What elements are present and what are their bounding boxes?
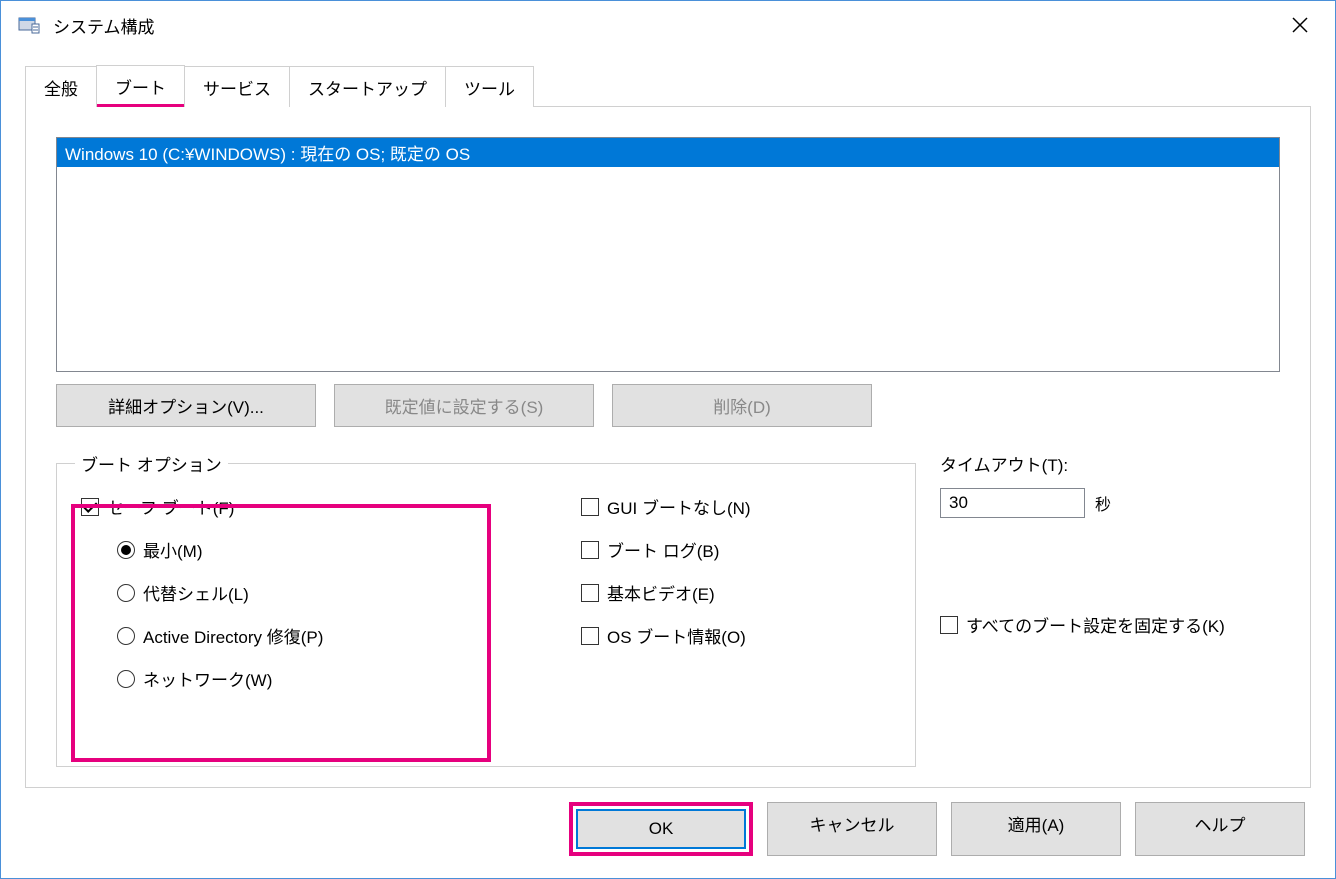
safe-boot-checkbox[interactable]: セーフ ブート(F) — [81, 494, 501, 519]
checkbox-label: セーフ ブート(F) — [107, 494, 234, 519]
radio-alt-shell[interactable]: 代替シェル(L) — [117, 580, 501, 605]
boot-options-group: ブート オプション セーフ ブート(F) 最小(M) — [56, 451, 916, 767]
checkbox-icon — [581, 541, 599, 559]
apply-button[interactable]: 適用(A) — [951, 802, 1121, 856]
tab-highlight — [97, 104, 184, 107]
radio-minimal[interactable]: 最小(M) — [117, 537, 501, 562]
tab-startup[interactable]: スタートアップ — [289, 66, 446, 107]
fix-boot-settings-checkbox[interactable]: すべてのブート設定を固定する(K) — [940, 612, 1225, 637]
dialog-buttons: OK キャンセル 適用(A) ヘルプ — [1, 802, 1335, 878]
checkbox-icon — [581, 498, 599, 516]
boot-log-checkbox[interactable]: ブート ログ(B) — [581, 537, 751, 562]
highlight-ok: OK — [569, 802, 753, 856]
tab-label: スタートアップ — [308, 80, 427, 99]
tab-boot[interactable]: ブート — [96, 65, 185, 107]
set-default-button: 既定値に設定する(S) — [334, 384, 594, 427]
titlebar: システム構成 — [1, 1, 1335, 49]
base-video-checkbox[interactable]: 基本ビデオ(E) — [581, 580, 751, 605]
tab-services[interactable]: サービス — [184, 66, 290, 107]
checkbox-label: OS ブート情報(O) — [607, 623, 746, 648]
checkbox-label: ブート ログ(B) — [607, 537, 719, 562]
radio-label: Active Directory 修復(P) — [143, 623, 323, 648]
lower-row: ブート オプション セーフ ブート(F) 最小(M) — [56, 451, 1280, 767]
window-title: システム構成 — [53, 13, 1275, 38]
cancel-button[interactable]: キャンセル — [767, 802, 937, 856]
radio-label: ネットワーク(W) — [143, 666, 272, 691]
checkbox-icon — [581, 584, 599, 602]
tab-label: ツール — [464, 80, 515, 99]
no-gui-boot-checkbox[interactable]: GUI ブートなし(N) — [581, 494, 751, 519]
checkbox-icon — [940, 616, 958, 634]
checkbox-label: 基本ビデオ(E) — [607, 580, 715, 605]
radio-icon — [117, 541, 135, 559]
timeout-unit: 秒 — [1095, 491, 1111, 515]
timeout-label: タイムアウト(T): — [940, 451, 1225, 476]
os-boot-info-checkbox[interactable]: OS ブート情報(O) — [581, 623, 751, 648]
tab-label: サービス — [203, 80, 271, 99]
checkbox-icon — [581, 627, 599, 645]
app-icon — [17, 13, 41, 37]
help-button[interactable]: ヘルプ — [1135, 802, 1305, 856]
tab-label: 全般 — [44, 80, 78, 99]
checkbox-label: GUI ブートなし(N) — [607, 494, 751, 519]
right-column: タイムアウト(T): 秒 すべてのブート設定を固定する(K) — [940, 451, 1225, 767]
tabs: 全般 ブート サービス スタートアップ ツール — [1, 61, 1335, 106]
close-button[interactable] — [1275, 1, 1325, 49]
boot-options-legend: ブート オプション — [75, 451, 228, 476]
radio-icon — [117, 627, 135, 645]
radio-icon — [117, 584, 135, 602]
tab-general[interactable]: 全般 — [25, 66, 97, 107]
checkbox-label: すべてのブート設定を固定する(K) — [966, 612, 1225, 637]
advanced-options-button[interactable]: 詳細オプション(V)... — [56, 384, 316, 427]
radio-network[interactable]: ネットワーク(W) — [117, 666, 501, 691]
radio-label: 最小(M) — [143, 537, 202, 562]
tab-label: ブート — [115, 79, 166, 98]
timeout-input[interactable] — [940, 488, 1085, 518]
tab-panel-boot: Windows 10 (C:¥WINDOWS) : 現在の OS; 既定の OS… — [25, 106, 1311, 788]
radio-label: 代替シェル(L) — [143, 580, 249, 605]
delete-button: 削除(D) — [612, 384, 872, 427]
tab-tools[interactable]: ツール — [445, 66, 534, 107]
msconfig-window: システム構成 全般 ブート サービス スタートアップ ツール Windows 1… — [0, 0, 1336, 879]
os-list-item[interactable]: Windows 10 (C:¥WINDOWS) : 現在の OS; 既定の OS — [57, 138, 1279, 167]
checkbox-icon — [81, 498, 99, 516]
radio-icon — [117, 670, 135, 688]
mid-buttons: 詳細オプション(V)... 既定値に設定する(S) 削除(D) — [56, 384, 1280, 427]
radio-ad-repair[interactable]: Active Directory 修復(P) — [117, 623, 501, 648]
os-list[interactable]: Windows 10 (C:¥WINDOWS) : 現在の OS; 既定の OS — [56, 137, 1280, 372]
ok-button[interactable]: OK — [576, 809, 746, 849]
